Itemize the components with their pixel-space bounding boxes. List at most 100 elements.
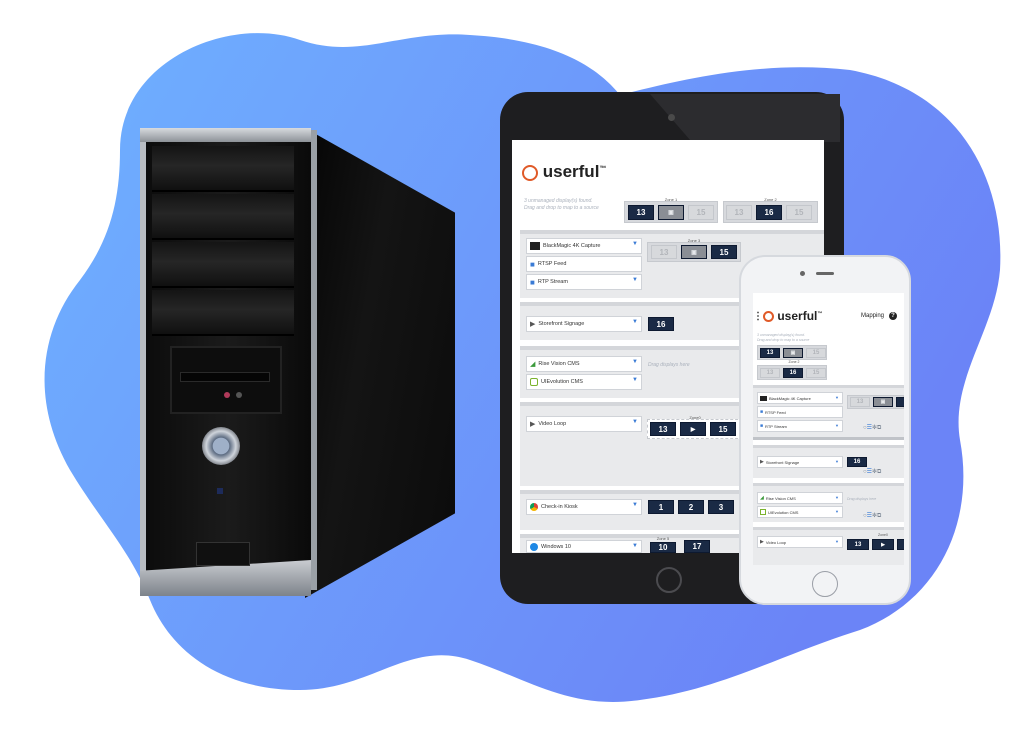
display-tile[interactable]: ▣	[681, 245, 707, 259]
drive-bay	[152, 194, 294, 240]
display-tile[interactable]: 2	[678, 500, 704, 514]
display-tile[interactable]: 15	[688, 205, 714, 220]
source-rise-vision[interactable]: ◢ Rise Vision CMS ▼	[757, 492, 843, 504]
display-tile[interactable]: 15	[806, 368, 826, 378]
userful-logo: userful™	[522, 162, 606, 182]
play-icon: ▶	[760, 459, 764, 465]
display-tile[interactable]: 15	[786, 205, 812, 220]
display-tile[interactable]: 16	[648, 317, 674, 331]
display-tile[interactable]: 15	[710, 422, 736, 436]
phone-home-button	[812, 571, 838, 597]
source-storefront[interactable]: ▶ Storefront Signage ▼	[526, 316, 642, 332]
mini-toolbar-icons[interactable]: ○☰✻⧉	[863, 512, 881, 520]
source-label: Video Loop	[538, 421, 567, 427]
dropdown-caret-icon[interactable]: ▼	[632, 502, 638, 508]
logo-text: userful	[777, 309, 818, 323]
source-label: Storefront Signage	[538, 321, 585, 327]
display-tile[interactable]: 13	[650, 422, 676, 436]
dropdown-caret-icon[interactable]: ▼	[632, 359, 638, 365]
camera-icon: ■	[760, 409, 764, 415]
display-tile[interactable]	[897, 539, 904, 550]
display-tile[interactable]: 15	[711, 245, 737, 259]
camera-icon: ■	[530, 259, 535, 269]
source-label: RTSP Feed	[537, 261, 567, 267]
display-tile[interactable]: 16	[847, 457, 867, 467]
source-rtp[interactable]: ■ RTP Stream ▼	[526, 274, 642, 290]
source-blackmagic[interactable]: BlackMagic 4K Capture ▼	[757, 392, 843, 404]
source-video-loop[interactable]: ▶ Video Loop ▼	[526, 416, 642, 432]
drive-slot	[180, 372, 270, 382]
display-tile[interactable]: 13	[726, 205, 752, 220]
dropdown-caret-icon[interactable]: ▼	[835, 539, 839, 544]
display-tile[interactable]: 16	[756, 205, 782, 220]
source-blackmagic[interactable]: BlackMagic 4K Capture ▼	[526, 238, 642, 254]
rise-vision-icon: ◢	[760, 495, 764, 501]
display-tile[interactable]: ▶	[872, 539, 894, 550]
source-label: RTP Stream	[765, 423, 787, 429]
dropdown-caret-icon[interactable]: ▼	[632, 419, 638, 425]
source-label: UIEvolution CMS	[768, 509, 799, 515]
display-tile[interactable]: 13	[760, 368, 780, 378]
source-rtsp[interactable]: ■ RTSP Feed	[757, 406, 843, 418]
horizontal-scrollbar[interactable]	[753, 437, 904, 440]
dropdown-caret-icon[interactable]: ▼	[632, 241, 638, 247]
display-tile[interactable]: 13	[628, 205, 654, 220]
drive-bay	[152, 242, 294, 288]
mini-toolbar-icons[interactable]: ○☰✻⧉	[863, 424, 881, 432]
source-label: Video Loop	[765, 539, 787, 545]
camera-icon: ■	[530, 277, 535, 287]
capture-card-icon	[760, 395, 767, 401]
dropdown-caret-icon[interactable]: ▼	[632, 377, 638, 383]
display-tile[interactable]: ▣	[658, 205, 684, 220]
display-tile[interactable]: ▶	[680, 422, 706, 436]
source-windows-10[interactable]: Windows 10 ▼	[526, 540, 642, 553]
display-tile[interactable]: 1	[648, 500, 674, 514]
display-tile[interactable]: ▣	[873, 397, 893, 407]
source-rtsp[interactable]: ■ RTSP Feed	[526, 256, 642, 272]
source-checkin-kiosk[interactable]: Check-in Kiosk ▼	[526, 499, 642, 515]
display-tile[interactable]: 16	[783, 368, 803, 378]
display-tile[interactable]: 13	[850, 397, 870, 407]
drive-bay	[152, 146, 294, 192]
display-tile[interactable]: ▣	[783, 348, 803, 358]
logo-text: userful	[542, 162, 600, 181]
source-label: Check-in Kiosk	[541, 504, 578, 510]
source-label: BlackMagic 4K Capture	[769, 395, 811, 401]
dropdown-caret-icon[interactable]: ▼	[632, 319, 638, 325]
menu-icon[interactable]: ⋮	[753, 311, 763, 322]
mini-toolbar-icons[interactable]: ○☰✻⧉	[863, 468, 881, 476]
help-icon[interactable]: ?	[889, 312, 897, 320]
dropdown-caret-icon[interactable]: ▼	[835, 395, 839, 400]
source-rise-vision[interactable]: ◢ Rise Vision CMS ▼	[526, 356, 642, 372]
display-tile[interactable]: 10	[650, 542, 676, 553]
source-label: RTP Stream	[537, 279, 568, 285]
dropdown-caret-icon[interactable]: ▼	[632, 543, 638, 549]
dropdown-caret-icon[interactable]: ▼	[835, 459, 839, 464]
play-icon: ▶	[530, 321, 536, 328]
source-label: Storefront Signage	[765, 459, 800, 465]
power-led	[217, 488, 223, 494]
source-uievolution[interactable]: UIEvolution CMS ▼	[526, 374, 642, 390]
zone-5-label: Zone 5	[656, 536, 670, 541]
dropdown-caret-icon[interactable]: ▼	[835, 423, 839, 428]
dropdown-caret-icon[interactable]: ▼	[632, 277, 638, 283]
drag-placeholder[interactable]: Drag displays here	[648, 362, 690, 368]
source-rtp[interactable]: ■ RTP Stream ▼	[757, 420, 843, 432]
dropdown-caret-icon[interactable]: ▼	[835, 495, 839, 500]
source-label: UIEvolution CMS	[541, 379, 583, 385]
display-tile[interactable]: 3	[708, 500, 734, 514]
display-tile[interactable]: 17	[684, 540, 710, 553]
source-uievolution[interactable]: UIEvolution CMS ▼	[757, 506, 843, 518]
userful-logo: userful™	[763, 309, 822, 323]
drag-placeholder[interactable]: Drag displays here	[847, 497, 876, 501]
display-tile[interactable]	[896, 397, 904, 407]
zone-0-label: Zone0	[878, 533, 888, 537]
display-tile[interactable]: 13	[847, 539, 869, 550]
display-tile[interactable]: 15	[806, 348, 826, 358]
display-tile[interactable]: 13	[651, 245, 677, 259]
source-video-loop[interactable]: ▶ Video Loop ▼	[757, 536, 843, 548]
dropdown-caret-icon[interactable]: ▼	[835, 509, 839, 514]
source-storefront[interactable]: ▶ Storefront Signage ▼	[757, 456, 843, 468]
phone-speaker	[816, 272, 834, 275]
display-tile[interactable]: 13	[760, 348, 780, 358]
